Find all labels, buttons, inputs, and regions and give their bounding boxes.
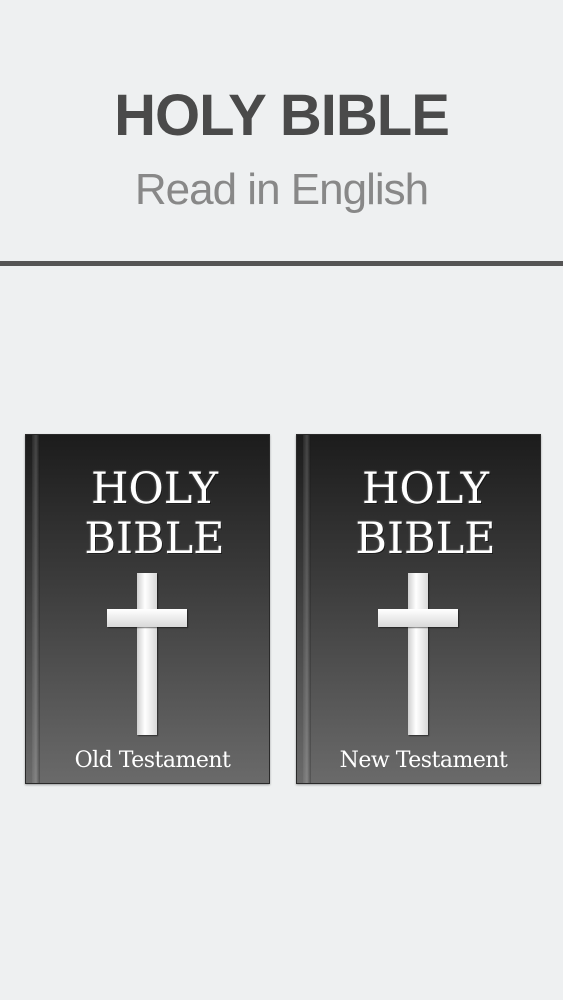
cross-icon xyxy=(378,573,458,735)
new-testament-button[interactable]: HOLY BIBLE New Testament xyxy=(296,434,541,784)
app-title: HOLY BIBLE xyxy=(114,83,450,148)
book-caption-old-testament: Old Testament xyxy=(74,748,231,773)
book-caption-new-testament: New Testament xyxy=(339,748,508,773)
book-title-line1: HOLY xyxy=(91,464,218,514)
header: HOLY BIBLE Read in English xyxy=(0,0,563,262)
app-screen: HOLY BIBLE Read in English HOLY BIBLE Ol… xyxy=(0,0,563,1000)
book-title-line2: BIBLE xyxy=(84,514,225,564)
header-divider xyxy=(0,261,563,266)
book-title-line1: HOLY xyxy=(362,464,489,514)
old-testament-button[interactable]: HOLY BIBLE Old Testament xyxy=(25,434,270,784)
cross-icon xyxy=(107,573,187,735)
book-title-line2: BIBLE xyxy=(355,514,496,564)
app-subtitle: Read in English xyxy=(134,165,429,214)
